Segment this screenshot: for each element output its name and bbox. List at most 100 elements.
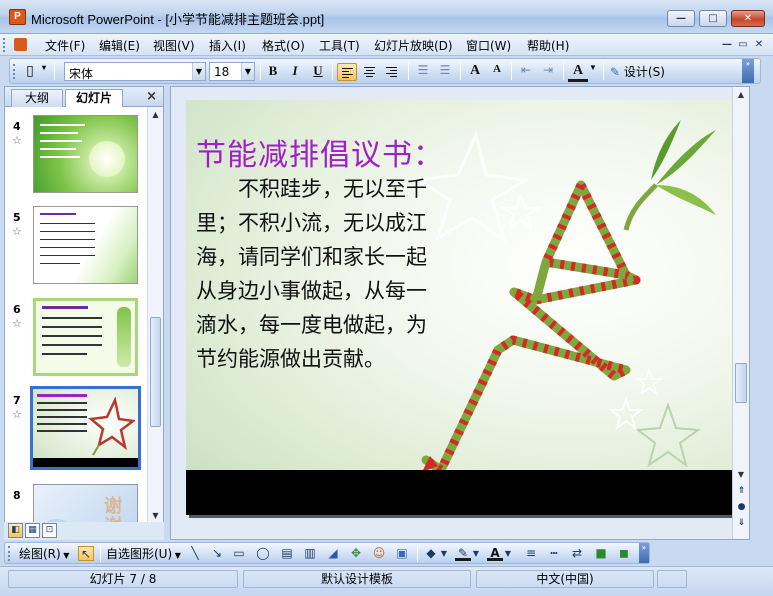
- bullets-icon[interactable]: ☰: [435, 63, 455, 81]
- arrow-style-icon[interactable]: ⇄: [569, 546, 585, 561]
- menubar-grip[interactable]: [3, 38, 6, 52]
- font-color-button[interactable]: A: [568, 63, 588, 82]
- bold-button[interactable]: B: [263, 63, 283, 81]
- close-button[interactable]: ✕: [731, 10, 765, 27]
- tab-slides[interactable]: 幻灯片: [65, 89, 123, 108]
- slide-canvas[interactable]: 节能减排倡议书： 不积跬步，无以至千 里；不积小流，无以成江 海，请同学们和家长…: [186, 100, 738, 515]
- scroll-down-icon[interactable]: ▼: [148, 508, 163, 523]
- select-browse-object-icon[interactable]: ●: [734, 501, 749, 515]
- doc-restore-button[interactable]: ▭: [736, 38, 750, 51]
- scroll-thumb[interactable]: [150, 317, 161, 427]
- menu-window[interactable]: 窗口(W): [466, 37, 511, 54]
- thumb-line: [40, 223, 95, 224]
- decrease-indent-icon[interactable]: ⇤: [516, 63, 536, 81]
- insert-picture-icon[interactable]: ▣: [394, 546, 410, 561]
- document-icon[interactable]: [14, 38, 27, 51]
- chevron-down-icon[interactable]: ▼: [439, 546, 449, 561]
- arrow-tool-icon[interactable]: ↘: [209, 546, 225, 561]
- slideshow-view-icon[interactable]: ⊡: [42, 523, 57, 538]
- slide-sorter-view-icon[interactable]: ▦: [25, 523, 40, 538]
- design-template-status[interactable]: 默认设计模板: [243, 570, 471, 588]
- slide-thumbnail-7[interactable]: [30, 386, 141, 470]
- scroll-up-icon[interactable]: ▲: [733, 87, 749, 103]
- toolbar-overflow-chevron-icon[interactable]: »: [742, 59, 754, 83]
- oval-tool-icon[interactable]: ◯: [255, 546, 271, 561]
- minimize-button[interactable]: —: [667, 10, 695, 27]
- chevron-down-icon[interactable]: ▼: [192, 63, 205, 80]
- slide-title[interactable]: 节能减排倡议书：: [196, 130, 444, 174]
- wordart-icon[interactable]: ◢: [325, 546, 341, 561]
- menu-insert[interactable]: 插入(I): [209, 37, 246, 54]
- previous-slide-icon[interactable]: ⇑: [734, 485, 749, 499]
- menu-file[interactable]: 文件(F): [45, 37, 85, 54]
- slide-editor: 节能减排倡议书： 不积跬步，无以至千 里；不积小流，无以成江 海，请同学们和家长…: [170, 86, 750, 540]
- menu-help[interactable]: 帮助(H): [527, 37, 569, 54]
- slide-thumbnail-5[interactable]: [33, 206, 138, 284]
- menu-tools[interactable]: 工具(T): [319, 37, 360, 54]
- design-button[interactable]: ✎ 设计(S): [610, 63, 665, 80]
- menu-slideshow[interactable]: 幻灯片放映(D): [374, 37, 453, 54]
- scroll-thumb[interactable]: [735, 363, 747, 403]
- dash-style-icon[interactable]: ┅: [546, 546, 562, 561]
- slide-scrollbar[interactable]: ▲ ▼ ⇑ ● ⇓: [732, 87, 749, 539]
- diagram-icon[interactable]: ✥: [348, 546, 364, 561]
- slide-thumbnail-8[interactable]: 谢谢: [33, 484, 138, 523]
- slide-thumbnail-4[interactable]: [33, 115, 138, 193]
- select-objects-arrow-icon[interactable]: ↖: [78, 546, 94, 561]
- align-left-button[interactable]: [337, 63, 357, 81]
- panel-close-icon[interactable]: ×: [146, 89, 157, 104]
- powerpoint-app-icon[interactable]: P: [9, 9, 26, 25]
- slide-position-status: 幻灯片 7 / 8: [8, 570, 238, 588]
- menu-edit[interactable]: 编辑(E): [99, 37, 140, 54]
- chevron-down-icon[interactable]: ▼: [471, 546, 481, 561]
- font-color-icon[interactable]: A: [487, 546, 503, 561]
- decrease-font-size-button[interactable]: A: [487, 63, 507, 81]
- slides-panel: 大纲 幻灯片 × 4 ☆ 5 ☆ 6 ☆ 7 ☆ 8 谢 ▲ ▼: [4, 86, 164, 540]
- fill-color-icon[interactable]: ◆: [423, 546, 439, 561]
- italic-button[interactable]: I: [285, 63, 305, 81]
- normal-view-icon[interactable]: ◧: [8, 523, 23, 538]
- font-size-combo[interactable]: 18 ▼: [209, 62, 255, 81]
- doc-minimize-button[interactable]: —: [720, 38, 734, 51]
- line-tool-icon[interactable]: ╲: [187, 546, 203, 561]
- menu-format[interactable]: 格式(O): [262, 37, 305, 54]
- toolbar-overflow-chevron-icon[interactable]: »: [639, 543, 649, 563]
- view-buttons: ◧ ▦ ⊡: [4, 522, 164, 540]
- chevron-down-icon[interactable]: ▼: [503, 546, 513, 561]
- chevron-down-icon[interactable]: ▼: [588, 63, 598, 81]
- body-line: 里；不积小流，无以成江: [196, 211, 427, 235]
- underline-button[interactable]: U: [308, 63, 328, 81]
- slide-body-text[interactable]: 不积跬步，无以至千 里；不积小流，无以成江 海，请同学们和家长一起 从身边小事做…: [196, 172, 506, 376]
- line-style-icon[interactable]: ≡: [523, 546, 539, 561]
- draw-menu-button[interactable]: 绘图(R) ▼: [19, 545, 69, 562]
- 3d-style-icon[interactable]: ◼: [616, 546, 632, 561]
- align-right-button[interactable]: [382, 63, 402, 81]
- increase-font-size-button[interactable]: A: [465, 63, 485, 81]
- scroll-down-icon[interactable]: ▼: [733, 467, 749, 483]
- next-slide-icon[interactable]: ⇓: [734, 517, 749, 531]
- font-name-combo[interactable]: 宋体 ▼: [64, 62, 206, 81]
- scroll-up-icon[interactable]: ▲: [148, 107, 163, 122]
- vertical-text-box-icon[interactable]: ▥: [302, 546, 318, 561]
- slides-scrollbar[interactable]: ▲ ▼: [147, 107, 163, 523]
- toolbar-grip[interactable]: [8, 546, 10, 561]
- chevron-down-icon[interactable]: ▼: [241, 63, 254, 80]
- numbering-icon[interactable]: ☰: [413, 63, 433, 81]
- line-color-icon[interactable]: ✎: [455, 546, 471, 561]
- menu-view[interactable]: 视图(V): [153, 37, 195, 54]
- text-box-icon[interactable]: ▤: [279, 546, 295, 561]
- increase-indent-icon[interactable]: ⇥: [538, 63, 558, 81]
- shadow-style-icon[interactable]: ■: [593, 546, 609, 561]
- autoshapes-button[interactable]: 自选图形(U) ▼: [106, 545, 181, 562]
- formatting-toolbar: ▯ ▾ 宋体 ▼ 18 ▼ B I U ☰ ☰ A A ⇤ ⇥ A ▼ ✎ 设计…: [9, 58, 761, 84]
- slide-thumbnail-6[interactable]: [33, 298, 138, 376]
- new-document-icon[interactable]: ▯: [20, 63, 40, 81]
- align-center-button[interactable]: [360, 63, 380, 81]
- rectangle-tool-icon[interactable]: ▭: [231, 546, 247, 561]
- clip-art-icon[interactable]: ☺: [371, 546, 387, 561]
- doc-close-button[interactable]: ✕: [752, 38, 766, 51]
- toolbar-options-chevron-icon[interactable]: ▾: [39, 63, 49, 81]
- tab-outline[interactable]: 大纲: [11, 89, 63, 107]
- toolbar-grip[interactable]: [13, 64, 15, 79]
- maximize-button[interactable]: □: [699, 10, 727, 27]
